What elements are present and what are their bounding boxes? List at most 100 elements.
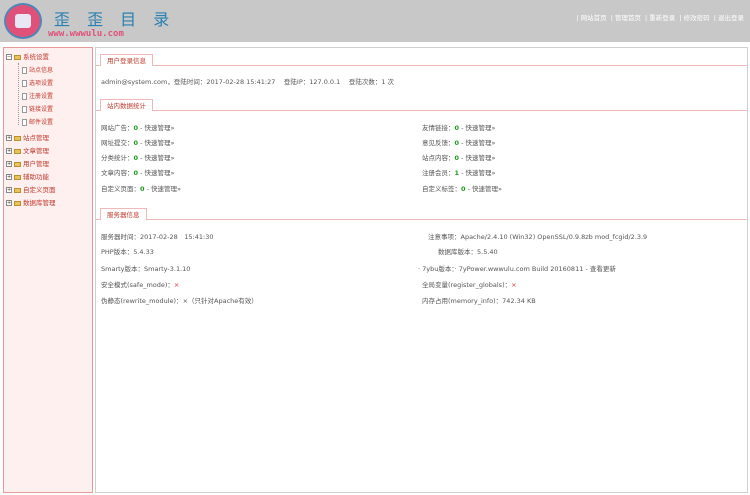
collapse-icon[interactable]: − [6,54,12,60]
folder-icon [14,148,21,154]
nav-link-logout[interactable]: | 退出登录 [714,14,744,22]
document-icon [22,93,27,100]
quick-manage-link[interactable]: 快速管理» [466,124,496,132]
db-version-row: 数据库版本：5.5.40 [438,248,498,256]
nav-link-admin-home[interactable]: | 管理首页 [611,14,641,22]
folder-open-icon [14,54,21,60]
server-section: 服务器信息 [96,206,747,220]
stats-tab[interactable]: 站内数据统计 [100,99,153,111]
expand-icon[interactable]: + [6,161,12,167]
sidebar-group-system-settings[interactable]: − 系统设置 [6,52,49,62]
stat-value: 0 [133,124,139,132]
folder-icon [14,174,21,180]
smarty-version-value: Smarty-3.1.10 [144,265,191,273]
header: 歪 歪 目 录 www.wwwulu.com | 网站首页 | 管理首页 | 重… [0,0,750,42]
document-icon [22,119,27,126]
memory-usage-value: 742.34 KB [502,297,536,305]
stat-value: 0 [461,185,466,193]
stat-value: 0 [133,139,139,147]
sidebar-item-link-settings[interactable]: 链接设置 [22,105,53,115]
db-version-value: 5.5.40 [477,248,498,256]
php-version-row: PHP版本：5.4.33 [101,248,154,256]
sidebar-group-database[interactable]: + 数据库管理 [6,198,56,208]
expand-icon[interactable]: + [6,174,12,180]
top-nav: | 网站首页 | 管理首页 | 重新登录 | 修改密码 | 退出登录 [574,12,744,22]
stat-row-custom-pages: 自定义页面：0 - 快速管理» [101,185,182,193]
quick-manage-link[interactable]: 快速管理» [466,154,496,162]
server-software-value: Apache/2.4.10 (Win32) OpenSSL/0.9.8zb mo… [460,233,648,241]
tree-connector [18,63,19,125]
expand-icon[interactable]: + [6,135,12,141]
sidebar-item-option-settings[interactable]: 选项设置 [22,79,53,89]
stat-row-custom-tags: 自定义标签：0 - 快速管理» [422,185,503,193]
cross-icon: × [173,281,180,289]
server-time-value: 2017-02-28 15:41:30 [140,233,214,241]
server-time-row: 服务器时间：2017-02-28 15:41:30 [101,233,214,241]
document-icon [22,106,27,113]
folder-icon [14,135,21,141]
cross-icon: × [511,281,517,289]
memory-usage-row: 内存占用(memory_info)：742.34 KB [422,297,536,305]
stat-value: 0 [133,169,139,177]
rewrite-module-value: ×（只针对Apache有效） [182,297,258,305]
folder-icon [14,200,21,206]
safe-mode-row: 安全模式(safe_mode)：× [101,281,180,289]
quick-manage-link[interactable]: 快速管理» [145,139,175,147]
sidebar-item-register-settings[interactable]: 注册设置 [22,92,53,102]
app-version-row: · 7ybu版本：· 7yPower.wwwulu.com Build 2016… [418,265,616,273]
sidebar-group-auxiliary[interactable]: + 辅助功能 [6,172,49,182]
stat-value: 0 [454,124,460,132]
login-info-text: admin@system.com，登陆时间：2017-02-28 15:41:2… [101,78,395,86]
document-icon [22,80,27,87]
logo-title: 歪 歪 目 录 [54,10,176,29]
expand-icon[interactable]: + [6,187,12,193]
stat-row-articles: 文章内容：0 - 快速管理» [101,169,175,177]
stat-row-members: 注册会员：1 - 快速管理» [422,169,496,177]
stat-value: 1 [454,169,460,177]
sidebar-group-custom-pages[interactable]: + 自定义页面 [6,185,56,195]
stat-value: 0 [454,154,460,162]
quick-manage-link[interactable]: 快速管理» [151,185,181,193]
stat-value: 0 [454,139,460,147]
sidebar: − 系统设置 站点信息 选项设置 注册设置 链接设置 邮件设置 + 站点管理 + 文章… [3,47,93,493]
app-version-link[interactable]: · 7yPower.wwwulu.com Build 20160811 - 查看… [455,265,616,273]
folder-icon [14,187,21,193]
server-software-row: 注意事项：Apache/2.4.10 (Win32) OpenSSL/0.9.8… [428,233,648,241]
sidebar-group-site-management[interactable]: + 站点管理 [6,133,49,143]
quick-manage-link[interactable]: 快速管理» [145,154,175,162]
stats-section: 站内数据统计 [96,97,747,111]
quick-manage-link[interactable]: 快速管理» [145,169,175,177]
logo-icon[interactable] [4,3,42,39]
stat-row-feedback: 意见反馈：0 - 快速管理» [422,139,496,147]
folder-icon [14,161,21,167]
expand-icon[interactable]: + [6,148,12,154]
rewrite-module-row: 伪静态(rewrite_module)：×（只针对Apache有效） [101,297,258,305]
quick-manage-link[interactable]: 快速管理» [466,139,496,147]
stat-row-site-content: 站点内容：0 - 快速管理» [422,154,496,162]
stat-row-submissions: 网址提交：0 - 快速管理» [101,139,175,147]
register-globals-row: 全局变量(register_globals)：× [422,281,517,289]
sidebar-group-user-management[interactable]: + 用户管理 [6,159,49,169]
main-content: 用户登录信息 admin@system.com，登陆时间：2017-02-28 … [95,47,748,493]
nav-link-relogin[interactable]: | 重新登录 [645,14,675,22]
stat-row-categories: 分类统计：0 - 快速管理» [101,154,175,162]
logo-url: www.wwwulu.com [48,29,124,39]
quick-manage-link[interactable]: 快速管理» [145,124,175,132]
stat-row-ads: 网站广告：0 - 快速管理» [101,124,175,132]
stat-value: 0 [133,154,139,162]
quick-manage-link[interactable]: 快速管理» [472,185,502,193]
stat-row-friend-links: 友情链接：0 - 快速管理» [422,124,496,132]
expand-icon[interactable]: + [6,200,12,206]
smarty-version-row: Smarty版本：Smarty-3.1.10 [101,265,191,273]
quick-manage-link[interactable]: 快速管理» [466,169,496,177]
php-version-value: 5.4.33 [133,248,154,256]
sidebar-item-mail-settings[interactable]: 邮件设置 [22,118,53,128]
login-info-tab[interactable]: 用户登录信息 [100,54,153,66]
sidebar-group-article-management[interactable]: + 文章管理 [6,146,49,156]
nav-link-change-password[interactable]: | 修改密码 [679,14,709,22]
login-info-section: 用户登录信息 [96,52,747,66]
server-tab[interactable]: 服务器信息 [100,208,147,220]
nav-link-site-home[interactable]: | 网站首页 [576,14,606,22]
sidebar-item-site-info[interactable]: 站点信息 [22,66,53,76]
stat-value: 0 [140,185,145,193]
